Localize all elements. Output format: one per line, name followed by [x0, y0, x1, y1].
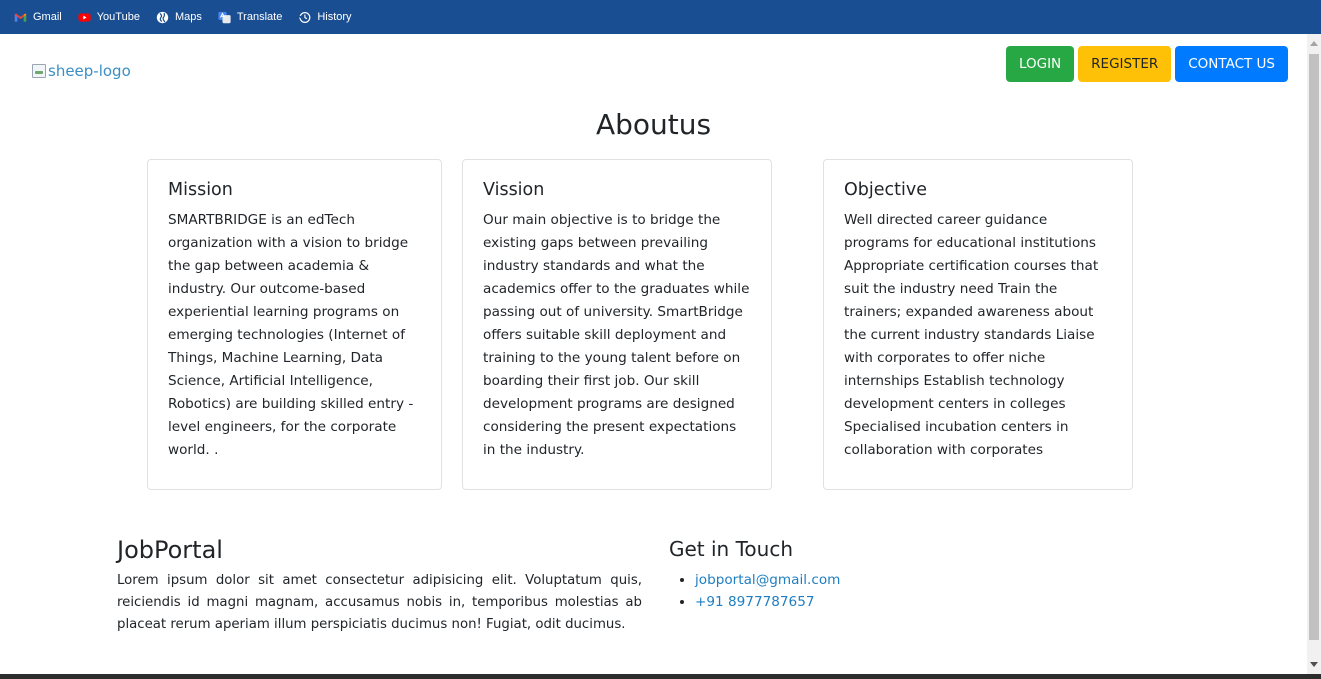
page-content: sheep-logo LOGIN REGISTER CONTACT US Abo… [0, 34, 1307, 674]
card-text: Well directed career guidance programs f… [844, 212, 1099, 458]
scroll-down-icon[interactable] [1310, 662, 1318, 667]
card-text: SMARTBRIDGE is an edTech organization wi… [168, 212, 414, 458]
email-link[interactable]: jobportal@gmail.com [695, 572, 840, 588]
login-button[interactable]: LOGIN [1005, 46, 1075, 82]
bookmarks-bar: Gmail YouTube Maps Translate History [0, 0, 1321, 34]
bookmark-label: History [317, 11, 352, 23]
history-icon [299, 11, 311, 23]
site-logo[interactable]: sheep-logo [32, 62, 131, 80]
youtube-icon [78, 12, 91, 22]
bookmark-gmail[interactable]: Gmail [14, 11, 62, 24]
card-title: Mission [168, 180, 233, 200]
card-title: Vission [483, 180, 545, 200]
objective-card: Objective Well directed career guidance … [823, 159, 1133, 490]
bookmark-label: Gmail [33, 11, 62, 23]
translate-icon [218, 11, 231, 23]
list-item: +91 8977787657 [695, 591, 1069, 613]
gmail-icon [14, 12, 27, 22]
bookmark-label: Translate [236, 11, 283, 23]
footer-contact: Get in Touch jobportal@gmail.com +91 897… [669, 537, 1069, 613]
about-title: Aboutus [595, 108, 712, 141]
list-item: jobportal@gmail.com [695, 569, 1069, 591]
card-title: Objective [844, 180, 927, 200]
phone-link[interactable]: +91 8977787657 [695, 594, 815, 610]
card-text: Our main objective is to bridge the exis… [483, 212, 750, 458]
header-nav: LOGIN REGISTER CONTACT US [1002, 46, 1288, 82]
contact-list: jobportal@gmail.com +91 8977787657 [669, 569, 1069, 613]
scroll-up-icon[interactable] [1310, 41, 1318, 46]
window-bottom-edge [0, 674, 1321, 679]
footer-brand-text: Lorem ipsum dolor sit amet consectetur a… [117, 573, 642, 632]
maps-icon [156, 11, 169, 23]
bookmark-maps[interactable]: Maps [156, 11, 202, 24]
vision-card: Vission Our main objective is to bridge … [462, 159, 772, 490]
bookmark-youtube[interactable]: YouTube [78, 11, 140, 24]
bookmark-label: Maps [174, 11, 202, 23]
logo-alt-text: sheep-logo [48, 62, 131, 80]
bookmark-label: YouTube [96, 11, 140, 23]
footer-brand: JobPortal Lorem ipsum dolor sit amet con… [117, 536, 642, 636]
get-in-touch-title: Get in Touch [669, 537, 793, 561]
mission-card: Mission SMARTBRIDGE is an edTech organiz… [147, 159, 442, 490]
bookmark-translate[interactable]: Translate [218, 11, 282, 24]
broken-image-icon [32, 64, 46, 78]
footer-brand-title: JobPortal [117, 536, 223, 564]
scroll-thumb[interactable] [1309, 54, 1319, 640]
bookmark-history[interactable]: History [298, 11, 352, 24]
register-button[interactable]: REGISTER [1078, 46, 1172, 82]
contact-us-button[interactable]: CONTACT US [1175, 46, 1288, 82]
vertical-scrollbar[interactable] [1307, 34, 1321, 674]
